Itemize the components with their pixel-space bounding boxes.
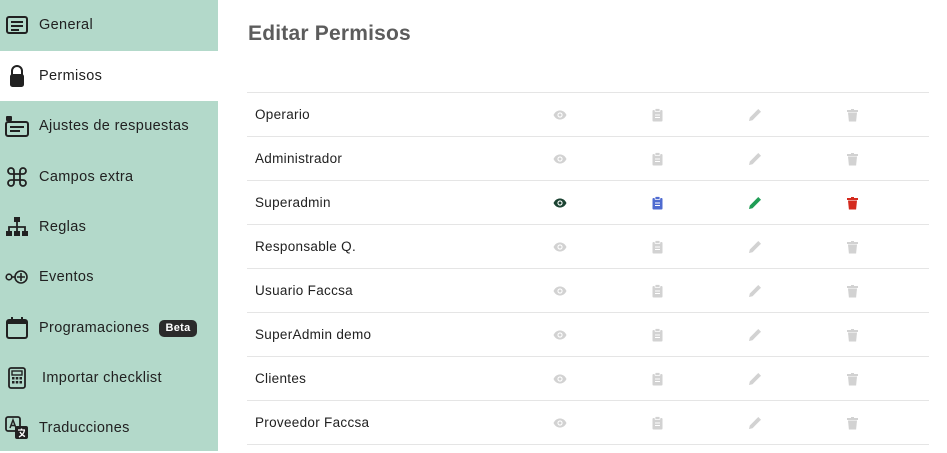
role-name: Superadmin [255, 195, 331, 210]
page-title: Editar Permisos [248, 22, 411, 45]
delete-permission-icon[interactable] [842, 413, 862, 433]
delete-permission-icon[interactable] [842, 149, 862, 169]
lock-icon [5, 64, 29, 88]
permissions-table: Operario Administrador Superadmin Responsab… [247, 92, 929, 445]
sidebar-item-label: Campos extra [39, 169, 134, 185]
delete-permission-icon[interactable] [842, 325, 862, 345]
edit-permission-icon[interactable] [745, 237, 765, 257]
edit-permission-icon[interactable] [745, 281, 765, 301]
sidebar-item-permisos[interactable]: Permisos [0, 51, 218, 101]
view-permission-icon[interactable] [550, 281, 570, 301]
delete-permission-icon[interactable] [842, 369, 862, 389]
role-name: Administrador [255, 151, 343, 166]
beta-badge: Beta [159, 319, 197, 337]
clipboard-permission-icon[interactable] [647, 281, 667, 301]
translate-icon [5, 416, 29, 440]
answers-settings-icon [5, 114, 29, 138]
role-name: Proveedor Faccsa [255, 415, 370, 430]
sidebar-item-label: Importar checklist [42, 370, 162, 386]
table-row: Responsable Q. [247, 225, 929, 269]
clipboard-permission-icon[interactable] [647, 237, 667, 257]
role-name: Operario [255, 107, 310, 122]
clipboard-permission-icon[interactable] [647, 193, 667, 213]
table-row: Administrador [247, 137, 929, 181]
delete-permission-icon[interactable] [842, 237, 862, 257]
delete-permission-icon[interactable] [842, 193, 862, 213]
command-icon [5, 165, 29, 189]
sidebar-item-label: Eventos [39, 269, 94, 285]
table-row: Operario [247, 93, 929, 137]
sidebar-item-traducciones[interactable]: Traducciones [0, 403, 218, 453]
clipboard-permission-icon[interactable] [647, 325, 667, 345]
clipboard-permission-icon[interactable] [647, 149, 667, 169]
sidebar-item-label: General [39, 17, 94, 33]
sidebar-item-label: Traducciones [39, 420, 130, 436]
event-icon [5, 265, 29, 289]
edit-permission-icon[interactable] [745, 193, 765, 213]
calendar-icon [5, 316, 29, 340]
table-row: Proveedor Faccsa [247, 401, 929, 445]
delete-permission-icon[interactable] [842, 281, 862, 301]
table-row: Superadmin [247, 181, 929, 225]
view-permission-icon[interactable] [550, 149, 570, 169]
clipboard-permission-icon[interactable] [647, 105, 667, 125]
sidebar-item-importar-checklist[interactable]: Importar checklist [0, 353, 218, 403]
list-icon [5, 13, 29, 37]
view-permission-icon[interactable] [550, 105, 570, 125]
role-name: SuperAdmin demo [255, 327, 372, 342]
sidebar-item-programaciones[interactable]: Programaciones Beta [0, 303, 218, 353]
role-name: Responsable Q. [255, 239, 357, 254]
clipboard-permission-icon[interactable] [647, 369, 667, 389]
view-permission-icon[interactable] [550, 325, 570, 345]
clipboard-permission-icon[interactable] [647, 413, 667, 433]
role-name: Usuario Faccsa [255, 283, 353, 298]
edit-permission-icon[interactable] [745, 325, 765, 345]
edit-permission-icon[interactable] [745, 149, 765, 169]
sidebar: General Permisos Ajustes de respuestas C… [0, 0, 218, 451]
table-row: Clientes [247, 357, 929, 401]
delete-permission-icon[interactable] [842, 105, 862, 125]
sidebar-item-reglas[interactable]: Reglas [0, 202, 218, 252]
sidebar-item-label: Permisos [39, 68, 103, 84]
view-permission-icon[interactable] [550, 369, 570, 389]
sidebar-item-label: Programaciones [39, 320, 150, 336]
sidebar-item-label: Ajustes de respuestas [39, 118, 190, 134]
sidebar-item-ajustes-respuestas[interactable]: Ajustes de respuestas [0, 101, 218, 151]
edit-permission-icon[interactable] [745, 413, 765, 433]
table-row: Usuario Faccsa [247, 269, 929, 313]
sidebar-item-label: Reglas [39, 219, 87, 235]
sidebar-item-campos-extra[interactable]: Campos extra [0, 152, 218, 202]
calculator-icon [5, 366, 29, 390]
view-permission-icon[interactable] [550, 237, 570, 257]
sitemap-icon [5, 215, 29, 239]
view-permission-icon[interactable] [550, 413, 570, 433]
edit-permission-icon[interactable] [745, 105, 765, 125]
sidebar-item-general[interactable]: General [0, 0, 218, 50]
sidebar-item-eventos[interactable]: Eventos [0, 252, 218, 302]
edit-permission-icon[interactable] [745, 369, 765, 389]
table-row: SuperAdmin demo [247, 313, 929, 357]
view-permission-icon[interactable] [550, 193, 570, 213]
role-name: Clientes [255, 371, 307, 386]
